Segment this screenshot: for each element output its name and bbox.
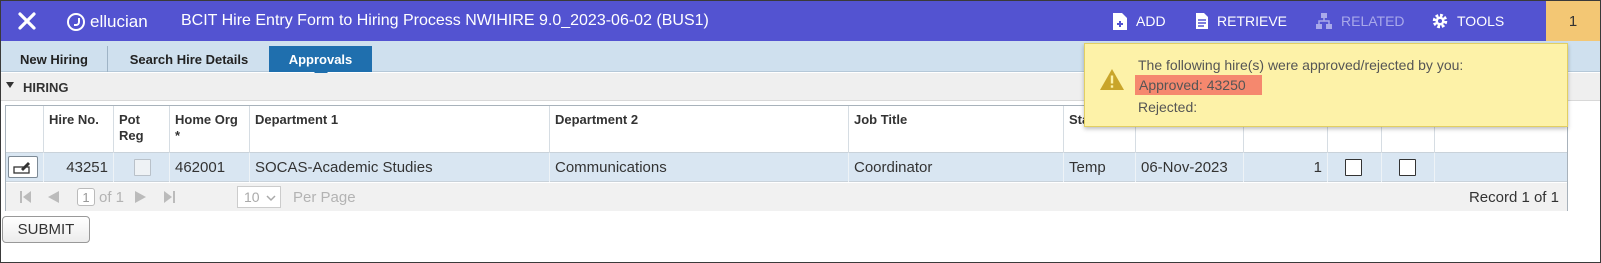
header-hire-no[interactable]: Hire No. [44, 106, 114, 153]
tools-label: TOOLS [1457, 13, 1505, 29]
page-of-label: of 1 [99, 188, 125, 206]
cell-job-title[interactable]: Coordinator [849, 153, 1064, 182]
header-department-2[interactable]: Department 2 [550, 106, 849, 153]
edit-row-button[interactable] [8, 156, 38, 178]
per-page-label: Per Page [293, 188, 356, 206]
per-page-select[interactable]: 10 [237, 183, 281, 211]
gear-icon [1431, 12, 1449, 30]
ellucian-logo: ellucian [67, 11, 148, 33]
chevron-down-icon [266, 189, 276, 205]
header-home-org[interactable]: Home Org * [170, 106, 250, 153]
first-page-button[interactable] [20, 183, 32, 211]
section-title: HIRING [23, 80, 69, 95]
page-title: BCIT Hire Entry Form to Hiring Process N… [181, 12, 709, 29]
cell-approve [1328, 153, 1382, 182]
ellucian-logo-icon [67, 13, 85, 31]
first-page-icon [20, 191, 31, 203]
retrieve-button[interactable]: RETRIEVE [1195, 1, 1287, 41]
submit-button[interactable]: SUBMIT [2, 216, 90, 243]
pot-reg-checkbox [134, 159, 151, 176]
close-icon [18, 12, 36, 30]
tab-new-hiring[interactable]: New Hiring [1, 46, 108, 72]
table-row[interactable]: 43251 462001 SOCAS-Academic Studies Comm… [6, 153, 1567, 182]
next-page-icon [135, 191, 146, 203]
retrieve-document-icon [1195, 12, 1209, 30]
row-edit-cell [6, 153, 44, 182]
previous-page-icon [48, 191, 59, 203]
cell-home-org[interactable]: 462001 [170, 153, 250, 182]
add-button[interactable]: ADD [1112, 1, 1166, 41]
pagination-bar: 1 of 1 10 Per Page Record 1 of 1 [6, 183, 1567, 211]
record-count: Record 1 of 1 [1468, 188, 1559, 206]
per-page-value: 10 [244, 189, 260, 205]
notification-message: The following hire(s) were approved/reje… [1138, 57, 1464, 73]
top-bar: ellucian BCIT Hire Entry Form to Hiring … [1, 1, 1600, 41]
cell-department-1[interactable]: SOCAS-Academic Studies [250, 153, 550, 182]
reject-checkbox[interactable] [1399, 159, 1416, 176]
tools-button[interactable]: TOOLS [1431, 1, 1504, 41]
cell-date[interactable]: 06-Nov-2023 [1136, 153, 1244, 182]
tab-search-hire-details[interactable]: Search Hire Details [109, 46, 269, 72]
notification-approved: Approved: 43250 [1135, 75, 1262, 95]
related-button[interactable]: RELATED [1315, 1, 1405, 41]
page-number-input[interactable]: 1 [77, 188, 95, 206]
notification-count-badge[interactable]: 1 [1546, 1, 1600, 41]
cell-status[interactable]: Temp [1064, 153, 1136, 182]
cell-reject [1382, 153, 1435, 182]
related-hierarchy-icon [1315, 12, 1333, 30]
tab-approvals[interactable]: Approvals [269, 46, 372, 79]
retrieve-label: RETRIEVE [1217, 13, 1288, 29]
cell-hire-no[interactable]: 43251 [44, 153, 114, 182]
approve-checkbox[interactable] [1345, 159, 1362, 176]
header-pot-reg[interactable]: Pot Reg [114, 106, 170, 153]
edit-pencil-icon [13, 162, 30, 174]
cell-department-2[interactable]: Communications [550, 153, 849, 182]
cell-count[interactable]: 1 [1244, 153, 1328, 182]
header-edit [6, 106, 44, 153]
logo-text: ellucian [90, 12, 148, 31]
previous-page-button[interactable] [46, 183, 60, 211]
related-label: RELATED [1341, 13, 1405, 29]
header-department-1[interactable]: Department 1 [250, 106, 550, 153]
last-page-button[interactable] [163, 183, 175, 211]
warning-icon [1099, 68, 1125, 94]
cell-pot-reg [114, 153, 170, 182]
add-document-icon [1112, 12, 1128, 31]
next-page-button[interactable] [134, 183, 148, 211]
last-page-icon [164, 191, 175, 203]
collapse-caret-icon[interactable] [6, 82, 14, 88]
notification-rejected: Rejected: [1138, 99, 1198, 115]
close-button[interactable] [15, 9, 39, 33]
notification-popup[interactable]: The following hire(s) were approved/reje… [1084, 43, 1568, 127]
add-label: ADD [1136, 13, 1166, 29]
page-number-group: 1 of 1 [77, 183, 124, 211]
header-job-title[interactable]: Job Title [849, 106, 1064, 153]
